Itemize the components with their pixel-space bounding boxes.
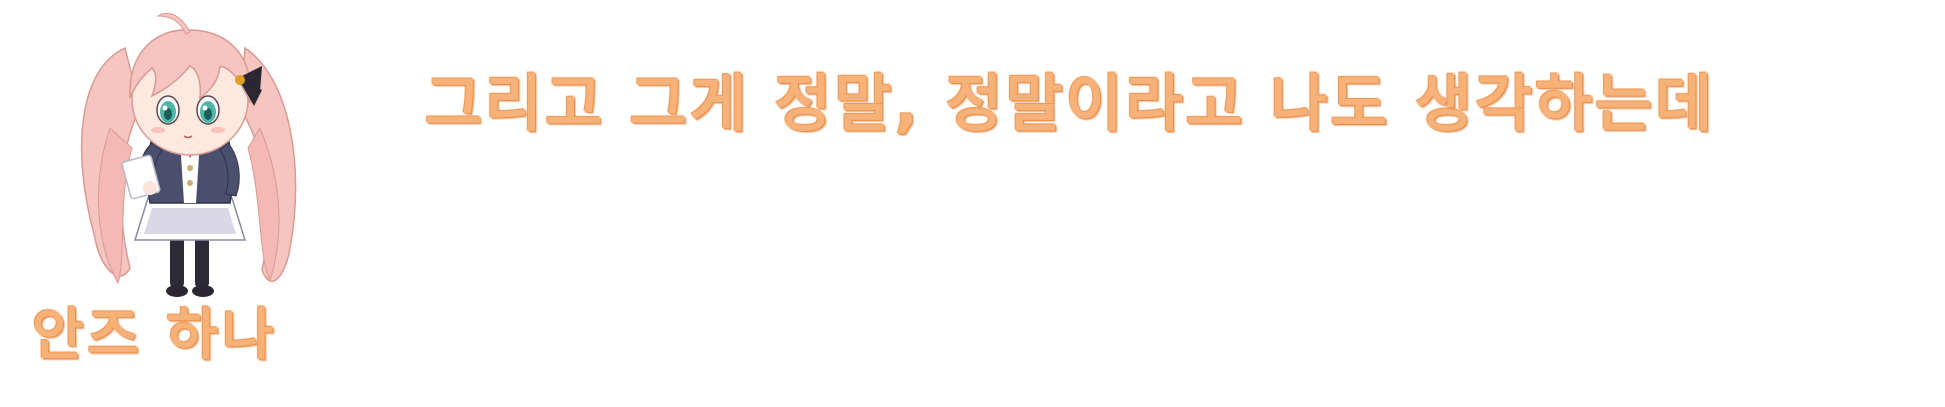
dialogue-text: 그리고 그게 정말, 정말이라고 나도 생각하는데 [422,65,1716,143]
character-portrait [80,12,297,297]
speaker-name: 안즈 하나 [30,301,278,371]
dialogue-scene: 안즈 하나 그리고 그게 정말, 정말이라고 나도 생각하는데 [0,0,1945,407]
